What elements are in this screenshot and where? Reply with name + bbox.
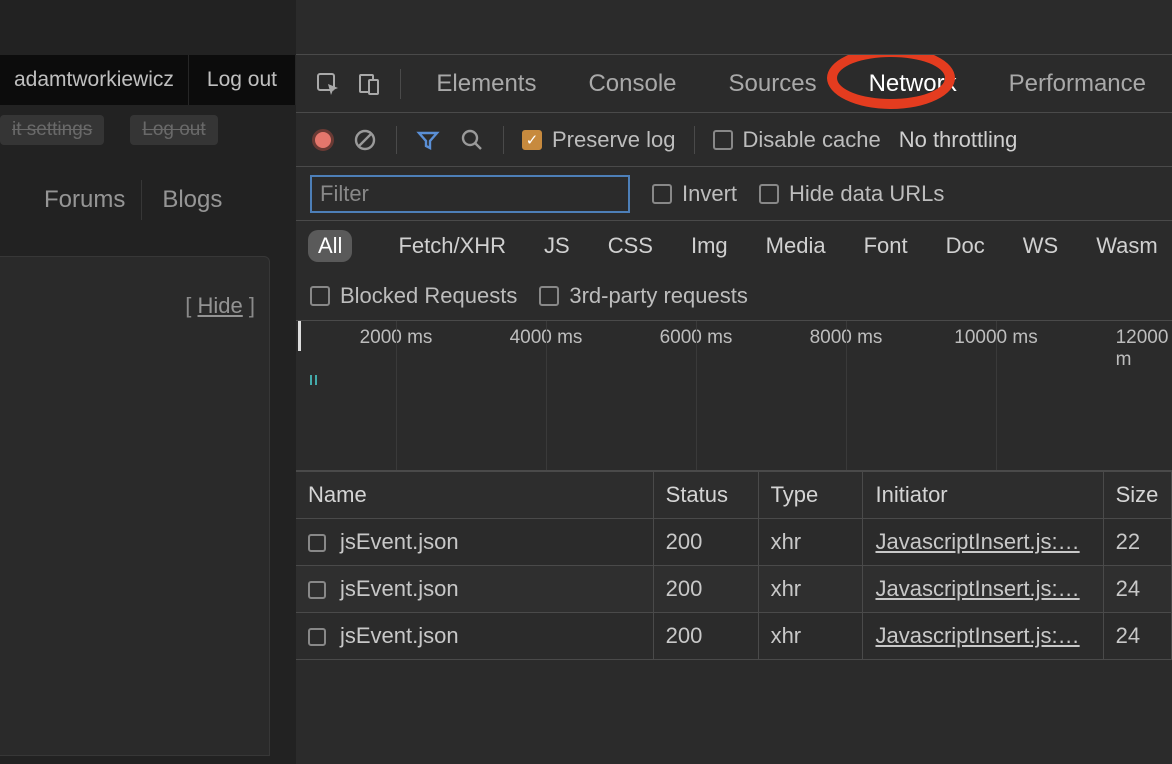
initiator-link[interactable]: JavascriptInsert.js:… [875, 576, 1079, 601]
nav-forums[interactable]: Forums [28, 180, 142, 220]
tab-sources[interactable]: Sources [703, 55, 843, 113]
row-checkbox[interactable] [308, 581, 326, 599]
blocked-requests-label: Blocked Requests [340, 283, 517, 309]
col-size[interactable]: Size [1103, 472, 1171, 519]
type-font[interactable]: Font [854, 230, 918, 262]
grid-line [546, 321, 547, 470]
network-timeline[interactable]: 2000 ms 4000 ms 6000 ms 8000 ms 10000 ms… [296, 321, 1172, 471]
username-label[interactable]: adamtworkiewicz [0, 55, 189, 105]
type-img[interactable]: Img [681, 230, 738, 262]
logout-button-dimmed[interactable]: Log out [130, 115, 217, 145]
invert-toggle[interactable]: Invert [652, 181, 737, 207]
col-type[interactable]: Type [758, 472, 863, 519]
separator [694, 126, 695, 154]
filter-bar: Invert Hide data URLs [296, 167, 1172, 221]
col-initiator[interactable]: Initiator [863, 472, 1103, 519]
network-toolbar: ✓ Preserve log Disable cache No throttli… [296, 113, 1172, 167]
checkbox-checked-icon: ✓ [522, 130, 542, 150]
disable-cache-label: Disable cache [743, 127, 881, 153]
table-header-row: Name Status Type Initiator Size [296, 472, 1172, 519]
app-topbar: adamtworkiewicz Log out [0, 55, 296, 105]
type-media[interactable]: Media [756, 230, 836, 262]
device-toolbar-icon[interactable] [349, 62, 390, 106]
filter-input[interactable] [310, 175, 630, 213]
type-doc[interactable]: Doc [936, 230, 995, 262]
preserve-log-label: Preserve log [552, 127, 676, 153]
col-name[interactable]: Name [296, 472, 653, 519]
invert-label: Invert [682, 181, 737, 207]
hide-label: Hide [198, 293, 243, 318]
timeline-activity-tick [310, 375, 312, 385]
search-icon[interactable] [459, 127, 485, 153]
devtools-titlebar-gap [296, 0, 1172, 55]
type-ws[interactable]: WS [1013, 230, 1068, 262]
type-all[interactable]: All [308, 230, 352, 262]
hide-data-urls-label: Hide data URLs [789, 181, 944, 207]
grid-line [396, 321, 397, 470]
extra-filters: Blocked Requests 3rd-party requests [296, 271, 1172, 321]
tab-console[interactable]: Console [562, 55, 702, 113]
tab-network-label: Network [869, 70, 957, 98]
third-party-requests-toggle[interactable]: 3rd-party requests [539, 283, 748, 309]
separator [503, 126, 504, 154]
type-wasm[interactable]: Wasm [1086, 230, 1168, 262]
inspect-element-icon[interactable] [308, 62, 349, 106]
throttling-dropdown[interactable]: No throttling [899, 127, 1018, 153]
table-row[interactable]: jsEvent.json200xhrJavascriptInsert.js:…2… [296, 613, 1172, 660]
network-request-table: Name Status Type Initiator Size jsEvent.… [296, 471, 1172, 660]
table-row[interactable]: jsEvent.json200xhrJavascriptInsert.js:…2… [296, 566, 1172, 613]
separator [396, 126, 397, 154]
table-row[interactable]: jsEvent.json200xhrJavascriptInsert.js:…2… [296, 519, 1172, 566]
blocked-requests-toggle[interactable]: Blocked Requests [310, 283, 517, 309]
timeline-labels: 2000 ms 4000 ms 6000 ms 8000 ms 10000 ms… [296, 327, 1172, 353]
type-css[interactable]: CSS [598, 230, 663, 262]
initiator-link[interactable]: JavascriptInsert.js:… [875, 623, 1079, 648]
request-type-filters: All Fetch/XHR JS CSS Img Media Font Doc … [296, 221, 1172, 271]
hide-toggle[interactable]: [ Hide ] [185, 293, 255, 319]
third-party-label: 3rd-party requests [569, 283, 748, 309]
record-button[interactable] [312, 129, 334, 151]
app-toolbar: it settings Log out [0, 105, 296, 155]
clear-icon[interactable] [352, 127, 378, 153]
grid-line [696, 321, 697, 470]
settings-button-dimmed[interactable]: it settings [0, 115, 104, 145]
checkbox-icon [652, 184, 672, 204]
content-panel: [ Hide ] [0, 256, 270, 756]
disable-cache-toggle[interactable]: Disable cache [713, 127, 881, 153]
checkbox-icon [759, 184, 779, 204]
checkbox-icon [713, 130, 733, 150]
tab-performance[interactable]: Performance [983, 55, 1172, 113]
preserve-log-toggle[interactable]: ✓ Preserve log [522, 127, 676, 153]
filter-icon[interactable] [415, 127, 441, 153]
divider [400, 69, 401, 99]
devtools-panel: Elements Console Sources Network Perform… [296, 0, 1172, 764]
app-nav: Forums Blogs [0, 170, 296, 230]
row-checkbox[interactable] [308, 534, 326, 552]
devtools-tabs: Elements Console Sources Network Perform… [296, 55, 1172, 113]
hide-data-urls-toggle[interactable]: Hide data URLs [759, 181, 944, 207]
tab-elements[interactable]: Elements [410, 55, 562, 113]
logout-link[interactable]: Log out [189, 55, 296, 105]
background-app-panel: adamtworkiewicz Log out it settings Log … [0, 0, 296, 764]
row-checkbox[interactable] [308, 628, 326, 646]
type-js[interactable]: JS [534, 230, 580, 262]
checkbox-icon [310, 286, 330, 306]
initiator-link[interactable]: JavascriptInsert.js:… [875, 529, 1079, 554]
timeline-activity-tick [315, 375, 317, 385]
tab-network[interactable]: Network [843, 55, 983, 113]
checkbox-icon [539, 286, 559, 306]
time-tick: 12000 m [1116, 327, 1169, 371]
type-fetch-xhr[interactable]: Fetch/XHR [388, 230, 516, 262]
grid-line [996, 321, 997, 470]
col-status[interactable]: Status [653, 472, 758, 519]
nav-blogs[interactable]: Blogs [146, 180, 238, 220]
grid-line [846, 321, 847, 470]
